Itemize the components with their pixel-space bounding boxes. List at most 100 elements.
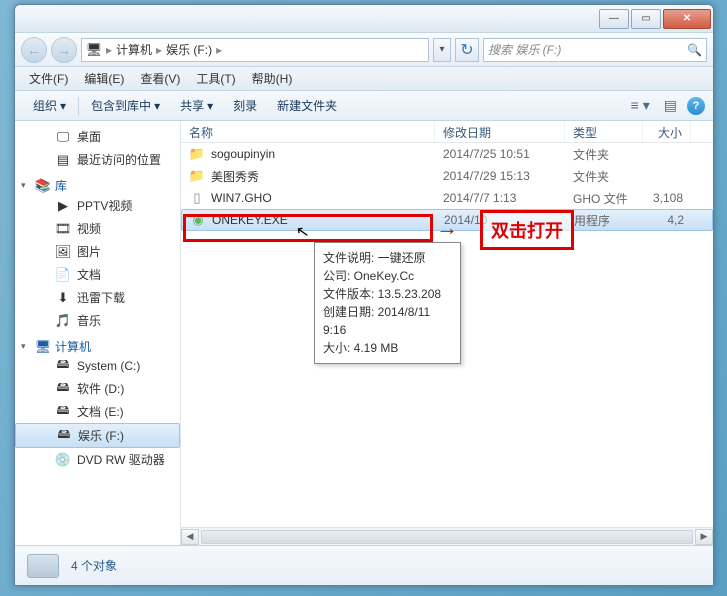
file-date-cell: 2014/7/25 10:51 [435,147,565,161]
file-type-cell: 用程序 [566,212,644,229]
sidebar-item-ddrive[interactable]: 🖴软件 (D:) [15,377,180,400]
back-button[interactable]: ← [21,37,47,63]
menu-view[interactable]: 查看(V) [132,68,188,89]
sidebar-item-edrive[interactable]: 🖴文档 (E:) [15,400,180,423]
breadcrumb[interactable]: 🖥 ▸ 计算机 ▸ 娱乐 (F:) ▸ [81,38,429,62]
menu-help[interactable]: 帮助(H) [244,68,301,89]
tooltip-line: 大小: 4.19 MB [323,339,452,357]
file-size-cell: 3,108 [643,191,691,205]
menu-edit[interactable]: 编辑(E) [76,68,132,89]
sidebar-item-dvd[interactable]: 💿DVD RW 驱动器 [15,448,180,471]
search-input[interactable]: 搜索 娱乐 (F:) 🔍 [483,38,707,62]
col-size-header[interactable]: 大小 [643,121,691,142]
tooltip-line: 文件版本: 13.5.23.208 [323,285,452,303]
view-mode-button[interactable]: ≡ ▾ [627,95,654,116]
menu-file[interactable]: 文件(F) [21,68,76,89]
search-icon: 🔍 [687,43,702,57]
tool-share[interactable]: 共享 ▾ [170,94,223,117]
menu-tools[interactable]: 工具(T) [188,68,243,89]
file-date-cell: 2014/7/29 15:13 [435,169,565,183]
refresh-button[interactable]: ↻ [455,38,479,62]
forward-button[interactable]: → [51,37,77,63]
scroll-right-button[interactable]: ▶ [695,529,713,545]
tool-newfolder[interactable]: 新建文件夹 [267,94,347,117]
menubar: 文件(F) 编辑(E) 查看(V) 工具(T) 帮助(H) [15,67,713,91]
file-type-cell: 文件夹 [565,168,643,185]
sidebar-group-libraries[interactable]: ▾📚库 [15,177,180,194]
breadcrumb-dropdown[interactable]: ▾ [433,38,451,62]
computer-icon: 🖥 [86,42,102,58]
sidebar-item-pictures[interactable]: 🖼图片 [15,240,180,263]
titlebar: — ▭ ✕ [15,5,713,33]
file-name-cell: 📁sogoupinyin [181,146,435,162]
scroll-thumb[interactable] [201,530,693,544]
file-row[interactable]: ◉ONEKEY.EXE2014/10用程序4,2 [181,209,713,231]
breadcrumb-sep-icon: ▸ [216,43,222,57]
scrollbar-horizontal[interactable]: ◀ ▶ [181,527,713,545]
col-date-header[interactable]: 修改日期 [435,121,565,142]
sidebar-item-desktop[interactable]: 🖵桌面 [15,125,180,148]
tool-burn[interactable]: 刻录 [223,94,267,117]
breadcrumb-seg[interactable]: 计算机 [116,41,152,58]
file-date-cell: 2014/10 [436,213,566,227]
breadcrumb-seg[interactable]: 娱乐 (F:) [166,41,212,58]
scroll-left-button[interactable]: ◀ [181,529,199,545]
toolbar: 组织 ▾ 包含到库中 ▾ 共享 ▾ 刻录 新建文件夹 ≡ ▾ ▤ ? [15,91,713,121]
status-count: 4 个对象 [71,557,117,574]
chevron-down-icon: ▾ [154,99,160,113]
tool-organize[interactable]: 组织 ▾ [23,94,76,117]
sidebar-item-cdrive[interactable]: 🖴System (C:) [15,355,180,377]
computer-icon: 🖥 [35,339,51,355]
sidebar-item-music[interactable]: 🎵音乐 [15,309,180,332]
sidebar-group-computer[interactable]: ▾🖥计算机 [15,338,180,355]
tooltip-line: 创建日期: 2014/8/11 9:16 [323,303,452,339]
maximize-button[interactable]: ▭ [631,9,661,29]
desktop-icon: 🖵 [55,129,71,145]
sidebar: 🖵桌面 ▤最近访问的位置 ▾📚库 ▶PPTV视频 🎞视频 🖼图片 📄文档 ⬇迅雷… [15,121,181,545]
dvd-icon: 💿 [55,452,71,468]
sidebar-item-pptv[interactable]: ▶PPTV视频 [15,194,180,217]
drive-icon: 🖴 [55,381,71,397]
sidebar-item-videos[interactable]: 🎞视频 [15,217,180,240]
video-icon: ▶ [55,198,71,214]
separator [78,97,79,115]
col-name-header[interactable]: 名称 [181,121,435,142]
search-placeholder: 搜索 娱乐 (F:) [488,41,561,58]
file-type-icon: 📁 [189,168,205,184]
sidebar-item-xunlei[interactable]: ⬇迅雷下载 [15,286,180,309]
file-row[interactable]: 📁sogoupinyin2014/7/25 10:51文件夹 [181,143,713,165]
file-row[interactable]: 📁美图秀秀2014/7/29 15:13文件夹 [181,165,713,187]
libraries-icon: 📚 [35,178,51,194]
music-icon: 🎵 [55,313,71,329]
tree-collapse-icon: ▾ [21,180,31,191]
file-name-cell: ◉ ONEKEY.EXE [182,212,436,228]
file-name-cell: ▯WIN7.GHO [181,190,435,206]
toolbar-right: ≡ ▾ ▤ ? [627,95,705,116]
tooltip: 文件说明: 一键还原 公司: OneKey.Cc 文件版本: 13.5.23.2… [314,242,461,364]
tooltip-line: 公司: OneKey.Cc [323,267,452,285]
help-button[interactable]: ? [687,97,705,115]
drive-icon: 🖴 [55,358,71,374]
preview-button[interactable]: ▤ [660,95,681,116]
download-icon: ⬇ [55,290,71,306]
video-icon: 🎞 [55,221,71,237]
sidebar-item-recent[interactable]: ▤最近访问的位置 [15,148,180,171]
col-type-header[interactable]: 类型 [565,121,643,142]
file-row[interactable]: ▯WIN7.GHO2014/7/7 1:13GHO 文件3,108 [181,187,713,209]
file-date-cell: 2014/7/7 1:13 [435,191,565,205]
statusbar: 4 个对象 [15,545,713,585]
sidebar-item-fdrive[interactable]: 🖴娱乐 (F:) [15,423,180,448]
chevron-down-icon: ▾ [207,99,213,113]
drive-icon: 🖴 [55,404,71,420]
file-type-cell: GHO 文件 [565,190,643,207]
file-type-icon: ◉ [190,212,206,228]
navbar: ← → 🖥 ▸ 计算机 ▸ 娱乐 (F:) ▸ ▾ ↻ 搜索 娱乐 (F:) 🔍 [15,33,713,67]
sidebar-item-documents[interactable]: 📄文档 [15,263,180,286]
breadcrumb-sep-icon: ▸ [106,43,112,57]
close-button[interactable]: ✕ [663,9,711,29]
minimize-button[interactable]: — [599,9,629,29]
tool-include[interactable]: 包含到库中 ▾ [81,94,170,117]
file-type-cell: 文件夹 [565,146,643,163]
tooltip-line: 文件说明: 一键还原 [323,249,452,267]
file-name: ONEKEY.EXE [212,213,288,227]
